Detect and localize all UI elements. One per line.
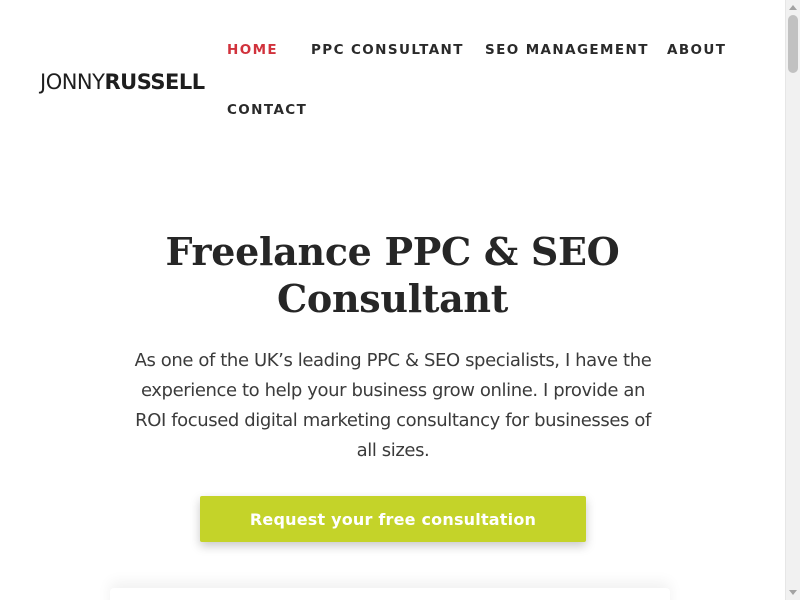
nav-seo-management[interactable]: SEO MANAGEMENT <box>485 42 649 58</box>
vertical-scrollbar[interactable] <box>785 0 800 600</box>
request-consultation-button[interactable]: Request your free consultation <box>200 496 586 542</box>
hero-title-line1: Freelance PPC & SEO <box>165 229 620 274</box>
hero-title-line2: Consultant <box>276 276 509 321</box>
nav-home[interactable]: HOME <box>227 42 278 58</box>
hero-description: As one of the UK’s leading PPC & SEO spe… <box>134 350 652 461</box>
logo-first-name: JONNY <box>40 70 105 94</box>
hero-title: Freelance PPC & SEO Consultant <box>140 228 645 322</box>
nav-contact[interactable]: CONTACT <box>227 102 307 118</box>
page: JONNYRUSSELL HOME PPC CONSULTANT SEO MAN… <box>0 0 785 600</box>
content-card-edge <box>110 588 670 600</box>
nav-about[interactable]: ABOUT <box>667 42 726 58</box>
scroll-up-arrow-icon[interactable] <box>789 5 797 10</box>
scroll-down-arrow-icon[interactable] <box>789 590 797 595</box>
scrollbar-thumb[interactable] <box>788 15 798 73</box>
logo-last-name: RUSSELL <box>104 70 205 94</box>
site-logo[interactable]: JONNYRUSSELL <box>40 70 205 94</box>
nav-ppc-consultant[interactable]: PPC CONSULTANT <box>311 42 464 58</box>
